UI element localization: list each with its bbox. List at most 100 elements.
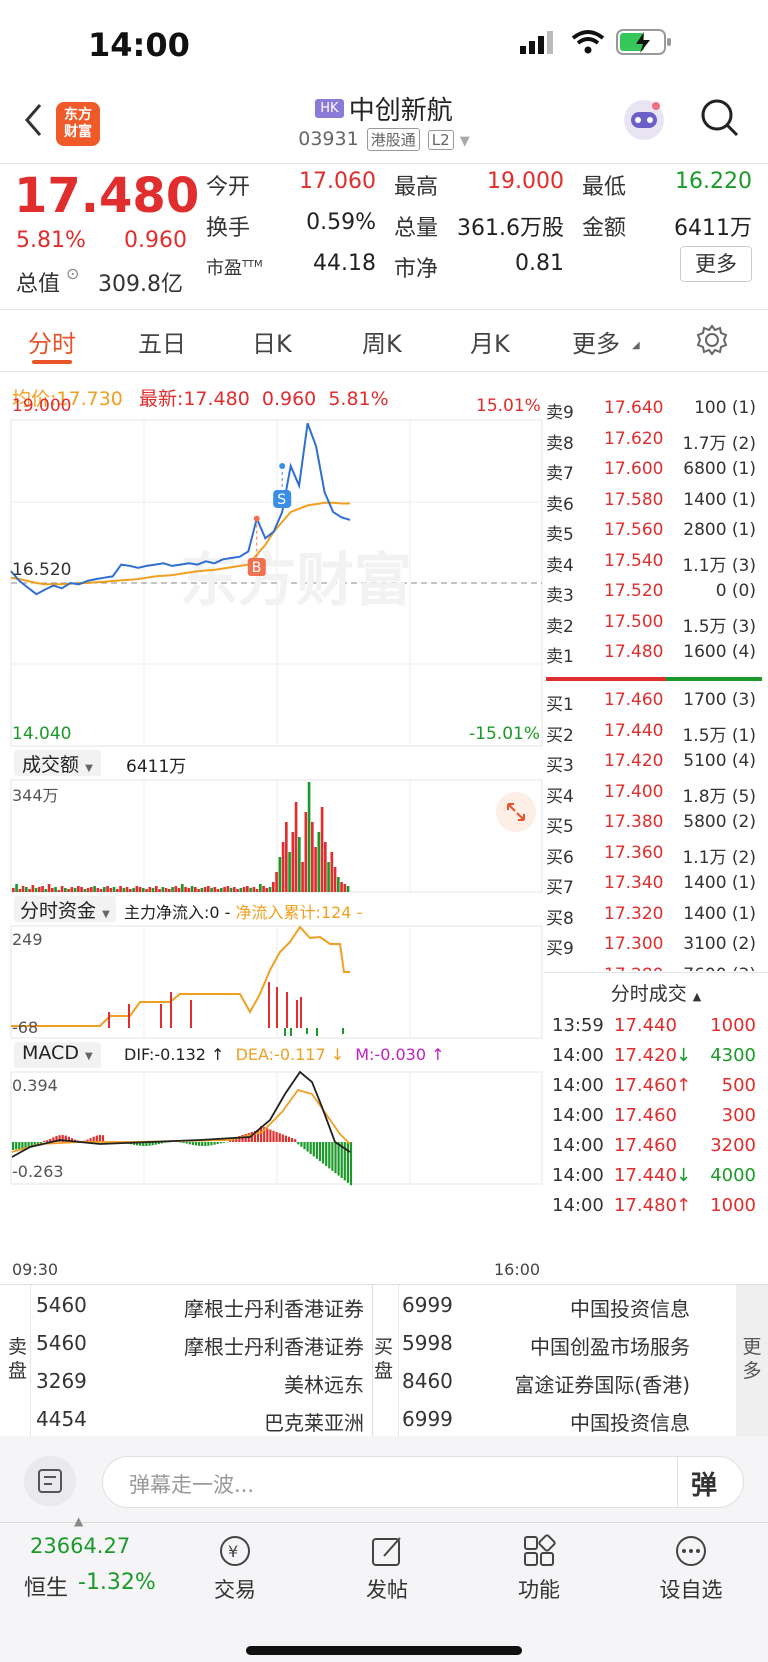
tab-week-k[interactable]: 周K: [362, 324, 402, 359]
volume-selector[interactable]: 成交额 ▼: [14, 750, 101, 776]
sell-broker-name[interactable]: 美林远东: [284, 1369, 364, 1398]
buy-order-row-4[interactable]: 买4 17.400 1.8万 (5): [546, 778, 760, 810]
buy-broker-name[interactable]: 富途证券国际(香港): [514, 1369, 690, 1398]
volume-bar: [86, 888, 90, 892]
buy-order-row-9[interactable]: 买9 17.300 3100 (2): [546, 930, 760, 962]
open-value: 17.060: [299, 169, 376, 194]
buy-order-row-3[interactable]: 买3 17.420 5100 (4): [546, 747, 760, 779]
index-change[interactable]: -1.32%: [78, 1570, 156, 1595]
order-price: 17.440: [604, 720, 664, 741]
volume-bar: [200, 888, 204, 892]
volume-bar: [155, 886, 158, 892]
trade-time: 14:00: [552, 1105, 604, 1126]
sell-order-row-1[interactable]: 卖9 17.640 100 (1): [546, 394, 760, 426]
trade-row: 14:00 17.480 ↑ 1000: [546, 1192, 760, 1223]
volume-bar: [168, 889, 171, 892]
sell-order-row-4[interactable]: 卖6 17.580 1400 (1): [546, 486, 760, 518]
low-value: 16.220: [675, 169, 752, 194]
macd-histogram-bar: [337, 1142, 340, 1176]
settings-gear-icon[interactable]: [696, 324, 728, 356]
tab-day-k[interactable]: 日K: [252, 324, 292, 359]
tab-more[interactable]: 更多: [572, 324, 620, 359]
volume-bar: [233, 887, 236, 892]
buy-order-row-2[interactable]: 买2 17.440 1.5万 (1): [546, 717, 760, 749]
macd-selector[interactable]: MACD ▼: [14, 1042, 101, 1068]
order-volume: 6800 (1): [683, 459, 756, 479]
macd-histogram-bar: [322, 1142, 325, 1164]
buy-order-row-8[interactable]: 买8 17.320 1400 (1): [546, 900, 760, 932]
sell-order-row-2[interactable]: 卖8 17.620 1.7万 (2): [546, 425, 760, 457]
flow-selector[interactable]: 分时资金 ▼: [14, 896, 116, 922]
sell-point: [279, 463, 286, 470]
watermark-logo: 东方财富: [180, 548, 412, 613]
pct-top-label: 15.01%: [476, 396, 541, 416]
volume-bar: [252, 887, 256, 892]
period-tabs: 分时 五日 日K 周K 月K 更多 ◢: [0, 310, 768, 372]
volume-bar: [307, 782, 311, 892]
index-value[interactable]: 23664.27: [30, 1534, 130, 1558]
buy-order-row-5[interactable]: 买5 17.380 5800 (2): [546, 808, 760, 840]
trades-header[interactable]: 分时成交 ▲: [544, 972, 768, 1010]
volume-bar: [220, 888, 223, 892]
order-level-label: 卖7: [546, 464, 574, 484]
buy-order-row-7[interactable]: 买7 17.340 1400 (1): [546, 869, 760, 901]
macd-histogram-bar: [306, 1142, 309, 1152]
nav-trade[interactable]: ¥ 交易: [190, 1520, 280, 1604]
functions-grid-icon: [524, 1534, 556, 1566]
sell-order-row-7[interactable]: 卖3 17.520 0 (0): [546, 577, 760, 609]
buy-order-row-6[interactable]: 买6 17.360 1.1万 (2): [546, 839, 760, 871]
post-edit-icon: [372, 1537, 401, 1566]
buy-broker-name[interactable]: 中国投资信息: [570, 1407, 690, 1436]
volume-bar: [122, 888, 126, 892]
broker-more-button[interactable]: 更 多: [736, 1285, 768, 1437]
index-collapse-icon[interactable]: ▲: [74, 1514, 83, 1528]
total-value-label: 总值: [16, 272, 61, 297]
danmaku-toggle-icon[interactable]: 弹: [691, 1465, 717, 1502]
sell-order-row-5[interactable]: 卖5 17.560 2800 (1): [546, 516, 760, 548]
volume-bar: [207, 886, 210, 892]
buy-order-row-1[interactable]: 买1 17.460 1700 (3): [546, 686, 760, 718]
buy-broker-name[interactable]: 中国投资信息: [570, 1293, 690, 1322]
macd-histogram-bar: [272, 1130, 275, 1142]
volume-bar: [103, 887, 106, 892]
order-volume: 1.1万 (2): [682, 847, 756, 868]
sell-broker-name[interactable]: 巴克莱亚洲: [264, 1407, 364, 1436]
sell-side-label: 卖 盘: [8, 1336, 28, 1382]
tab-month-k[interactable]: 月K: [470, 324, 510, 359]
order-level-label: 卖4: [546, 555, 574, 576]
comment-menu-button[interactable]: [24, 1456, 76, 1506]
nav-functions[interactable]: 功能: [494, 1520, 584, 1604]
robot-assistant-icon[interactable]: [620, 96, 668, 144]
tab-five-day[interactable]: 五日: [138, 324, 186, 359]
volume-bar: [181, 884, 184, 892]
trade-row: 14:00 17.460 ↑ 500: [546, 1072, 760, 1103]
comment-input[interactable]: 弹幕走一波... 弹: [102, 1456, 744, 1508]
macd-histogram-bar: [294, 1139, 297, 1142]
more-button[interactable]: 更多: [680, 246, 752, 282]
tab-intraday[interactable]: 分时: [28, 324, 76, 359]
order-price: 17.340: [604, 873, 664, 893]
buy-broker-name[interactable]: 中国创盈市场服务: [530, 1331, 690, 1360]
volume-bar: [210, 888, 213, 892]
volume-bar: [216, 889, 220, 892]
sell-broker-name[interactable]: 摩根士丹利香港证券: [184, 1331, 364, 1360]
info-icon[interactable]: ⊙: [66, 264, 79, 283]
trade-volume: 1000: [710, 1195, 756, 1216]
volume-bar: [51, 888, 54, 892]
sell-order-row-8[interactable]: 卖2 17.500 1.5万 (3): [546, 608, 760, 640]
order-price: 17.480: [604, 642, 664, 662]
flow-inflow-bar: [268, 982, 270, 1028]
nav-add-watchlist[interactable]: 设自选: [646, 1520, 736, 1604]
sell-order-row-9[interactable]: 卖1 17.480 1600 (4): [546, 638, 760, 670]
sell-broker-name[interactable]: 摩根士丹利香港证券: [184, 1293, 364, 1322]
sell-order-row-3[interactable]: 卖7 17.600 6800 (1): [546, 455, 760, 487]
flow-outflow-bar: [290, 1028, 292, 1036]
volume-bar: [197, 889, 200, 892]
index-name[interactable]: 恒生: [24, 1570, 68, 1602]
sell-order-row-6[interactable]: 卖4 17.540 1.1万 (3): [546, 547, 760, 579]
nav-post[interactable]: 发帖: [342, 1520, 432, 1604]
search-icon[interactable]: [700, 98, 740, 138]
volume-bar: [337, 877, 340, 892]
volume-bar: [262, 886, 265, 892]
volume-bar: [275, 872, 278, 892]
